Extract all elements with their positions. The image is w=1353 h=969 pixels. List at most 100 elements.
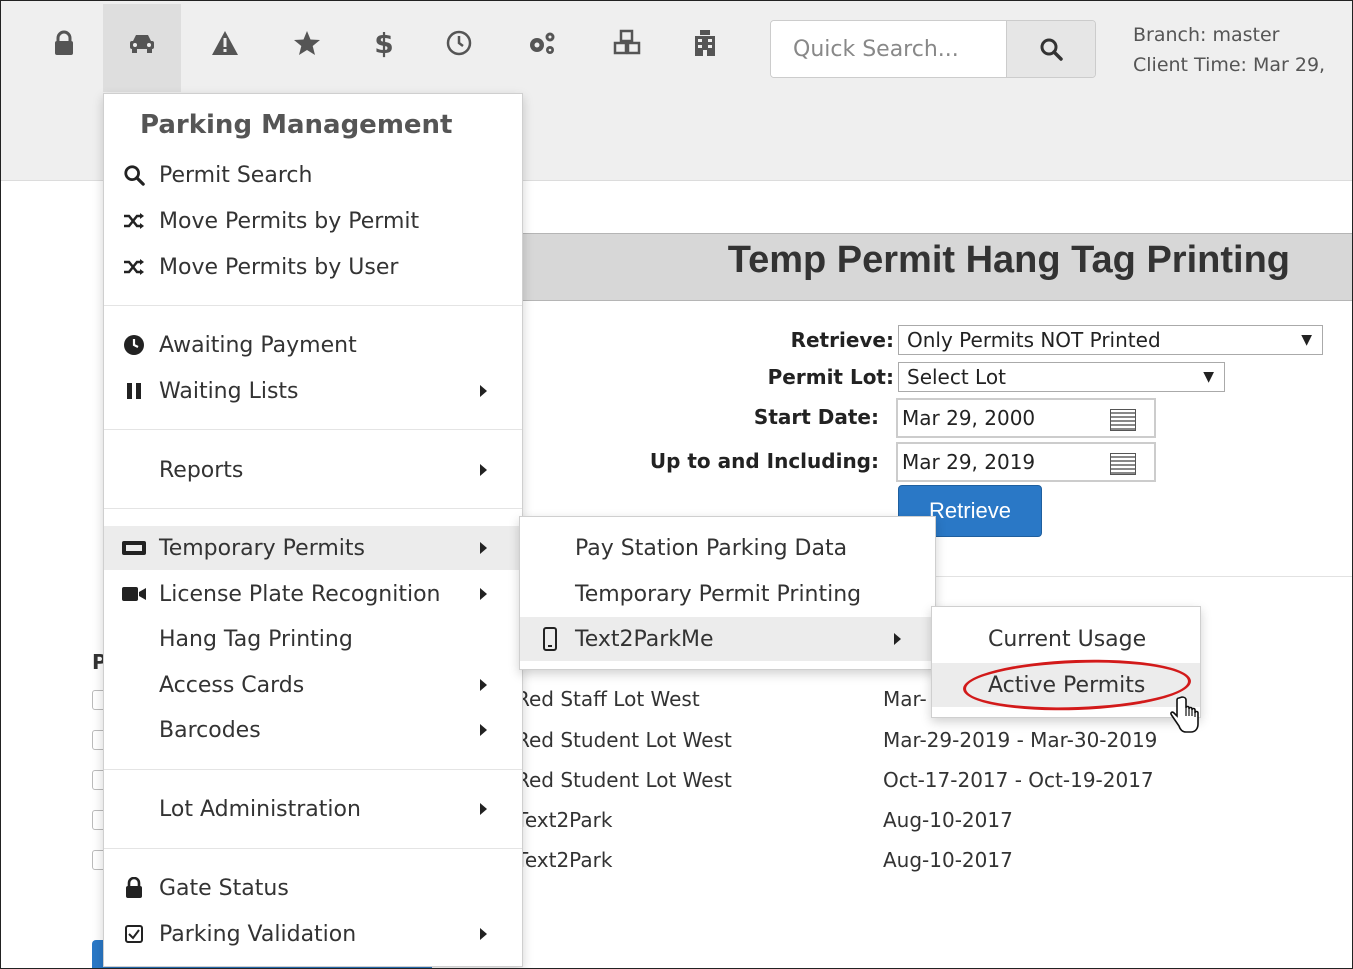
menu-item-label: Waiting Lists: [159, 378, 299, 404]
cubes-icon[interactable]: [588, 4, 666, 92]
submenu-item-current-usage[interactable]: Current Usage: [932, 617, 1200, 661]
menu-item-label: Access Cards: [159, 672, 305, 698]
quick-search: [770, 20, 1096, 78]
row-dates: Aug-10-2017: [883, 808, 1013, 832]
menu-item-label: License Plate Recognition: [159, 581, 441, 607]
row-lot: Text2Park: [516, 848, 613, 872]
submenu-item-text2parkme[interactable]: Text2ParkMe: [520, 617, 935, 661]
submenu-caret-icon: [480, 588, 487, 600]
page-title-bar: Temp Permit Hang Tag Printing: [520, 233, 1353, 301]
menu-item-move-permits-by-user[interactable]: Move Permits by User: [104, 245, 522, 289]
warning-icon[interactable]: [186, 4, 264, 92]
submenu-caret-icon: [480, 679, 487, 691]
submenu-item-temporary-permit-printing[interactable]: Temporary Permit Printing: [520, 572, 935, 616]
lock-icon: [120, 874, 148, 902]
dollar-icon[interactable]: $: [345, 4, 423, 92]
row-lot: Red Student Lot West: [516, 728, 732, 752]
client-time: Client Time: Mar 29,: [1133, 54, 1326, 76]
menu-header: Parking Management: [140, 110, 453, 140]
checkbox-icon: [120, 920, 148, 948]
menu-item-temporary-permits[interactable]: Temporary Permits: [104, 526, 522, 570]
search-icon: [120, 161, 148, 189]
building-icon[interactable]: [666, 4, 744, 92]
menu-item-awaiting-payment[interactable]: Awaiting Payment: [104, 323, 522, 367]
submenu-caret-icon: [480, 724, 487, 736]
up-to-date-value: Mar 29, 2019: [902, 450, 1036, 474]
menu-item-label: Barcodes: [159, 717, 261, 743]
menu-item-parking-validation[interactable]: Parking Validation: [104, 912, 522, 956]
menu-item-access-cards[interactable]: Access Cards: [104, 663, 522, 707]
retrieve-select[interactable]: Only Permits NOT Printed ▼: [898, 325, 1323, 355]
menu-item-barcodes[interactable]: Barcodes: [104, 708, 522, 752]
retrieve-select-value: Only Permits NOT Printed: [907, 328, 1161, 352]
menu-item-move-permits-by-permit[interactable]: Move Permits by Permit: [104, 199, 522, 243]
hand-cursor-icon: [1170, 696, 1200, 738]
menu-item-label: Text2ParkMe: [575, 626, 714, 652]
search-input[interactable]: [771, 21, 1007, 77]
menu-divider: [104, 429, 522, 430]
branch-label: Branch: master: [1133, 24, 1280, 46]
calendar-icon[interactable]: [1110, 453, 1136, 475]
search-button[interactable]: [1006, 21, 1095, 77]
retrieve-label: Retrieve:: [790, 328, 894, 352]
menu-item-license-plate-recognition[interactable]: License Plate Recognition: [104, 572, 522, 616]
pause-icon: [120, 377, 148, 405]
menu-item-label: Temporary Permits: [159, 535, 365, 561]
menu-item-lot-administration[interactable]: Lot Administration: [104, 787, 522, 831]
submenu-caret-icon: [480, 803, 487, 815]
permit-lot-select[interactable]: Select Lot ▼: [898, 362, 1225, 392]
clock-icon[interactable]: [420, 4, 498, 92]
row-dates: Mar-: [883, 687, 927, 711]
up-to-date-field[interactable]: Mar 29, 2019: [896, 442, 1156, 482]
clock-icon: [120, 331, 148, 359]
menu-divider: [104, 508, 522, 509]
menu-item-label: Hang Tag Printing: [159, 626, 353, 652]
menu-item-label: Move Permits by Permit: [159, 208, 420, 234]
temporary-permits-submenu: Pay Station Parking Data Temporary Permi…: [519, 516, 936, 670]
row-lot: Text2Park: [516, 808, 613, 832]
dropdown-arrow-icon: ▼: [1301, 332, 1312, 348]
menu-item-label: Pay Station Parking Data: [575, 535, 848, 561]
menu-item-hang-tag-printing[interactable]: Hang Tag Printing: [104, 617, 522, 661]
gears-icon[interactable]: [503, 4, 581, 92]
submenu-caret-icon: [480, 928, 487, 940]
start-date-value: Mar 29, 2000: [902, 406, 1036, 430]
start-date-field[interactable]: Mar 29, 2000: [896, 398, 1156, 438]
start-date-label: Start Date:: [753, 405, 879, 429]
parking-management-menu: Parking Management Permit Search Move Pe…: [103, 93, 523, 967]
submenu-caret-icon: [894, 633, 901, 645]
menu-item-label: Temporary Permit Printing: [575, 581, 862, 607]
permit-lot-label: Permit Lot:: [767, 365, 894, 389]
car-icon[interactable]: [103, 4, 181, 92]
row-lot: Red Student Lot West: [516, 768, 732, 792]
menu-item-permit-search[interactable]: Permit Search: [104, 153, 522, 197]
submenu-caret-icon: [480, 385, 487, 397]
branch-info: Branch: master Client Time: Mar 29,: [1133, 20, 1325, 80]
menu-divider: [104, 848, 522, 849]
search-icon: [1040, 38, 1063, 61]
submenu-caret-icon: [480, 464, 487, 476]
menu-item-label: Gate Status: [159, 875, 289, 901]
menu-item-label: Awaiting Payment: [159, 332, 357, 358]
menu-item-label: Parking Validation: [159, 921, 357, 947]
menu-item-gate-status[interactable]: Gate Status: [104, 866, 522, 910]
row-dates: Oct-17-2017 - Oct-19-2017: [883, 768, 1154, 792]
ticket-icon: [120, 534, 148, 562]
row-dates: Aug-10-2017: [883, 848, 1013, 872]
up-to-label: Up to and Including:: [649, 449, 879, 473]
menu-item-reports[interactable]: Reports: [104, 448, 522, 492]
menu-item-label: Current Usage: [988, 626, 1147, 652]
calendar-icon[interactable]: [1110, 409, 1136, 431]
permit-lot-select-value: Select Lot: [907, 365, 1006, 389]
row-lot: Red Staff Lot West: [516, 687, 700, 711]
mobile-icon: [536, 625, 564, 653]
video-camera-icon: [120, 580, 148, 608]
menu-item-waiting-lists[interactable]: Waiting Lists: [104, 369, 522, 413]
star-icon[interactable]: [268, 4, 346, 92]
lock-icon[interactable]: [25, 4, 103, 92]
menu-item-label: Permit Search: [159, 162, 313, 188]
shuffle-icon: [120, 253, 148, 281]
menu-item-label: Move Permits by User: [159, 254, 399, 280]
row-dates: Mar-29-2019 - Mar-30-2019: [883, 728, 1158, 752]
submenu-item-pay-station-parking-data[interactable]: Pay Station Parking Data: [520, 526, 935, 570]
